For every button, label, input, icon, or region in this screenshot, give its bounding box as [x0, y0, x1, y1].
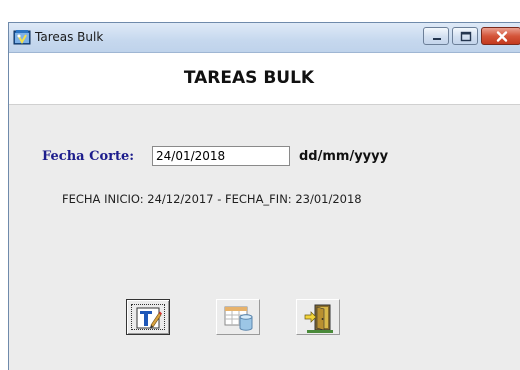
- table-database-icon: [224, 306, 253, 331]
- app-window: Tareas Bulk TAREAS BULK Fecha Corte: dd/…: [8, 22, 520, 370]
- app-icon: [13, 29, 31, 45]
- fecha-corte-input[interactable]: [152, 146, 290, 166]
- maximize-icon: [460, 31, 472, 42]
- exit-door-icon: [304, 304, 333, 333]
- fecha-corte-label: Fecha Corte:: [42, 149, 135, 164]
- edit-text-icon: [136, 307, 162, 329]
- edit-button[interactable]: [126, 299, 170, 335]
- minimize-icon: [433, 38, 441, 40]
- minimize-button[interactable]: [423, 27, 449, 45]
- date-format-hint: dd/mm/yyyy: [299, 149, 389, 164]
- close-icon: [496, 31, 508, 42]
- title-bar[interactable]: Tareas Bulk: [9, 23, 520, 53]
- header-band: TAREAS BULK: [9, 53, 520, 105]
- date-range-text: FECHA INICIO: 24/12/2017 - FECHA_FIN: 23…: [62, 192, 362, 206]
- close-button[interactable]: [481, 27, 520, 45]
- exit-button[interactable]: [296, 299, 340, 335]
- page-title: TAREAS BULK: [183, 68, 315, 88]
- table-database-button[interactable]: [216, 299, 260, 335]
- window-title: Tareas Bulk: [35, 30, 104, 44]
- maximize-button[interactable]: [452, 27, 478, 45]
